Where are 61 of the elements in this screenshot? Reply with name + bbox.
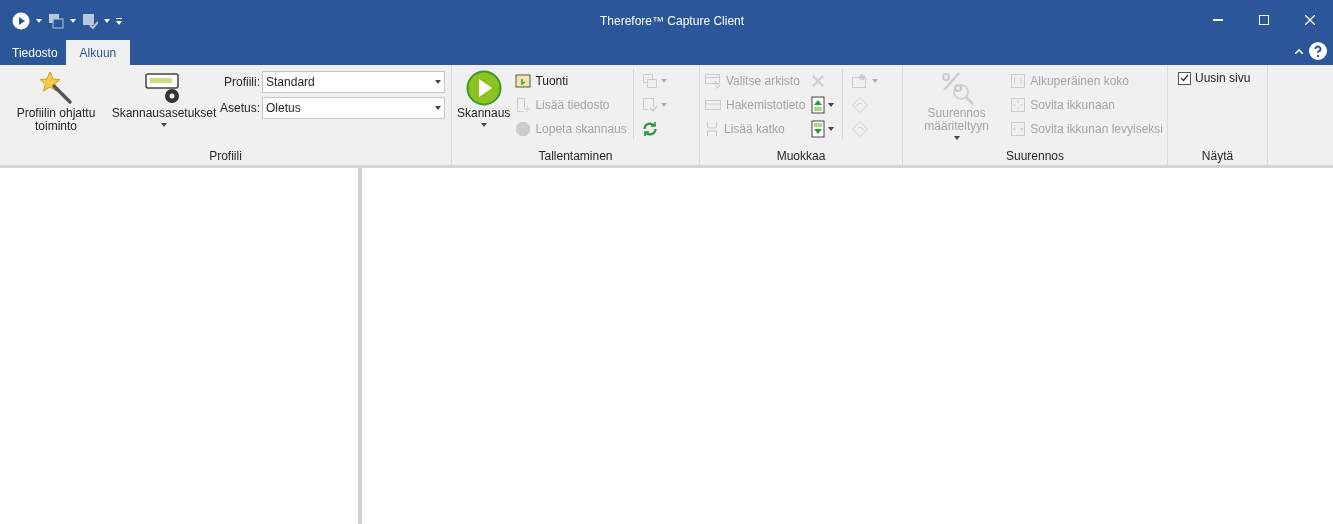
large-ribbon-button[interactable]: Skannaus xyxy=(456,69,512,127)
group-label: Suurennos xyxy=(1005,147,1064,165)
play-icon[interactable] xyxy=(12,12,30,30)
refresh-icon xyxy=(641,121,658,137)
checkbox-label[interactable]: Uusin sivu xyxy=(1195,69,1251,87)
add-page-icon xyxy=(515,97,532,113)
group-label: Tallentaminen xyxy=(538,147,613,165)
caret-icon xyxy=(872,79,879,83)
page-check-icon[interactable] xyxy=(82,13,98,29)
caret-icon[interactable] xyxy=(104,19,110,23)
caret-icon xyxy=(660,79,667,83)
caret-icon xyxy=(161,123,167,127)
rotate-right-icon xyxy=(851,120,870,138)
dropdown-field[interactable]: Standard xyxy=(262,71,446,93)
collapse-ribbon-icon[interactable] xyxy=(1295,48,1303,54)
dropdown-field[interactable]: Oletus xyxy=(262,97,446,119)
ribbon-button[interactable]: Tuonti xyxy=(515,69,627,93)
ribbon-tab[interactable]: Tiedosto xyxy=(4,40,66,65)
field-label: Asetus: xyxy=(220,100,261,117)
page-break-icon xyxy=(704,121,720,137)
pages-icon xyxy=(641,73,658,89)
folder-icon xyxy=(515,73,532,89)
page-check-icon xyxy=(641,97,658,113)
fit-width-icon xyxy=(1010,121,1027,137)
close-icon xyxy=(1305,15,1315,25)
fit-window-icon xyxy=(1010,97,1027,113)
caret-icon[interactable] xyxy=(70,19,76,23)
delete-icon xyxy=(811,74,826,88)
ribbon-tab[interactable]: Alkuun xyxy=(65,40,131,65)
group-label: Muokkaa xyxy=(776,147,826,165)
minimize-icon xyxy=(1213,19,1223,21)
caret-icon xyxy=(953,136,960,140)
help-icon[interactable] xyxy=(1309,42,1327,60)
icon-button[interactable] xyxy=(809,117,837,141)
caret-icon xyxy=(828,127,835,131)
window-title: Therefore™ Capture Client xyxy=(600,13,745,30)
dropdown-caret-icon xyxy=(435,80,442,84)
large-ribbon-button[interactable]: Profiilin ohjattu toiminto xyxy=(4,69,108,133)
stop-icon xyxy=(515,121,532,137)
field-icon xyxy=(704,99,722,111)
caret-icon xyxy=(828,103,835,107)
page-down-icon xyxy=(811,120,826,138)
dropdown-caret-icon xyxy=(435,106,442,110)
wand-star-icon xyxy=(38,70,74,106)
caret-icon xyxy=(480,123,487,127)
play-icon xyxy=(465,70,502,106)
field-label: Profiili: xyxy=(224,74,261,91)
actual-size-icon xyxy=(1010,73,1027,89)
large-ribbon-button[interactable]: Skannausasetukset xyxy=(112,69,216,127)
customize-icon[interactable] xyxy=(116,17,122,25)
maximize-icon xyxy=(1259,15,1269,25)
pages-icon[interactable] xyxy=(48,13,64,29)
caret-icon xyxy=(660,103,667,107)
checkbox[interactable] xyxy=(1178,71,1191,85)
group-label: Profiili xyxy=(209,147,242,165)
page-up-icon xyxy=(811,96,826,114)
group-label: Näytä xyxy=(1201,147,1234,165)
rotate-left-icon xyxy=(851,96,870,114)
icon-button[interactable] xyxy=(809,93,837,117)
caret-icon[interactable] xyxy=(36,19,42,23)
window-cursor-icon xyxy=(704,73,722,89)
